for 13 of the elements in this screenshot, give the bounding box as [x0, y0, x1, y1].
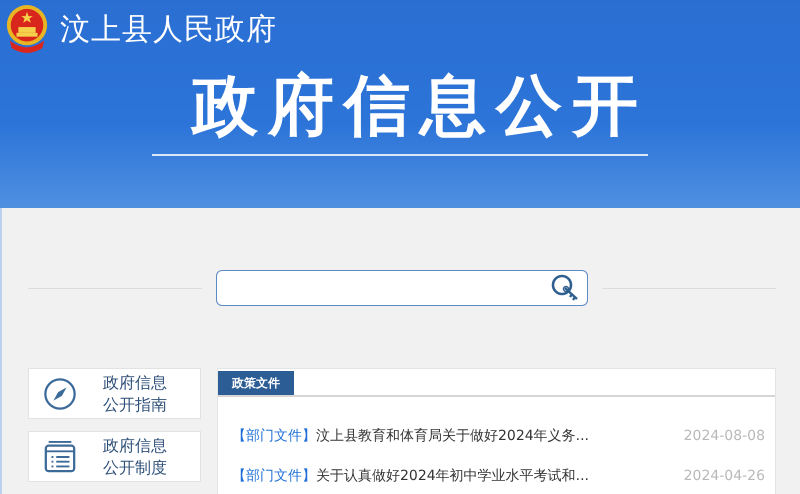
- news-link[interactable]: 【部门文件】关于认真做好2024年初中学业水平考试和...: [232, 467, 589, 485]
- tab[interactable]: 政策文件: [218, 371, 294, 395]
- site-title[interactable]: 汶上县人民政府: [60, 8, 277, 50]
- search-field[interactable]: [216, 270, 588, 306]
- document-list-icon: [43, 440, 77, 474]
- sidebar-item[interactable]: 政府信息公开制度: [28, 431, 201, 482]
- news-link[interactable]: 【部门文件】汶上县教育和体育局关于做好2024年义务...: [232, 427, 589, 445]
- emblem-icon: [4, 4, 50, 54]
- compass-icon: [43, 376, 77, 410]
- sidebar-item[interactable]: 政府信息公开指南: [28, 368, 201, 419]
- news-date: 2024-04-26: [684, 468, 765, 484]
- news-date: 2024-08-08: [684, 428, 765, 444]
- banner-title: 政府信息公开: [152, 66, 648, 156]
